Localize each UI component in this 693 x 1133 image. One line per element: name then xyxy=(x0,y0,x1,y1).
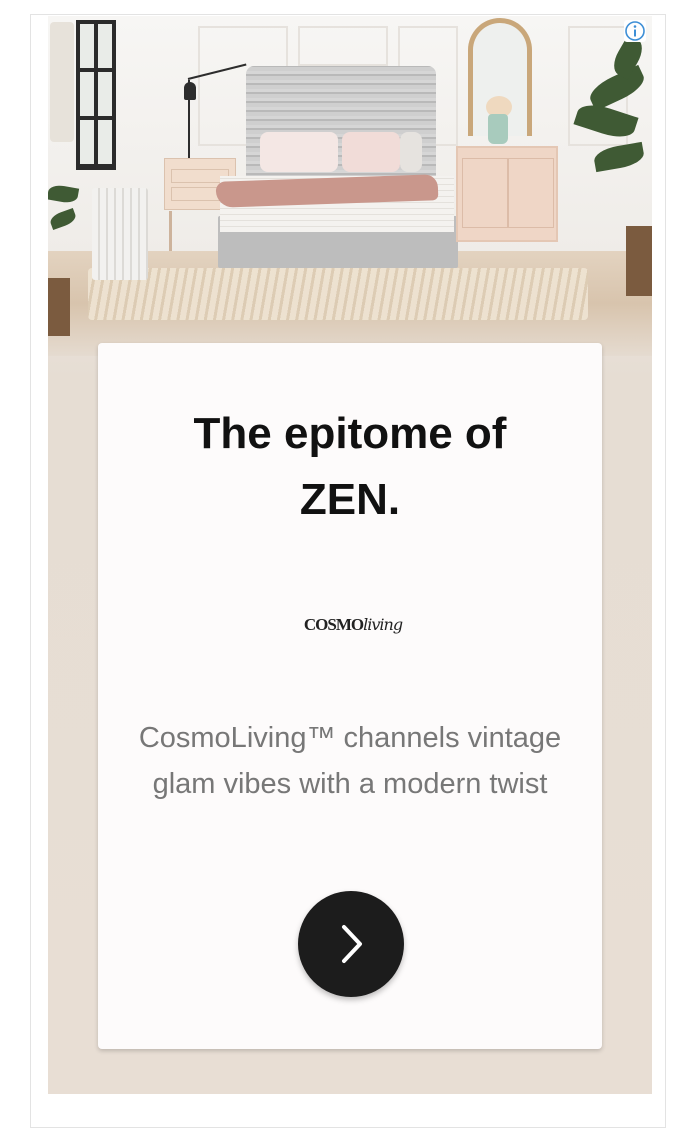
wall-panel xyxy=(298,26,388,66)
info-icon xyxy=(625,21,645,41)
headline: The epitome of ZEN. xyxy=(98,401,602,533)
headline-line-1: The epitome of xyxy=(193,409,507,458)
adchoices-button[interactable] xyxy=(624,20,646,42)
dresser xyxy=(456,146,558,242)
ad-description: CosmoLiving™ channels vintage glam vibes… xyxy=(138,722,562,800)
ad-card[interactable]: The epitome of ZEN. COSMOliving CosmoLiv… xyxy=(98,343,602,1049)
next-arrow-button[interactable] xyxy=(298,891,404,997)
wall-art xyxy=(50,22,74,142)
pillow xyxy=(342,132,400,172)
radiator xyxy=(92,188,148,280)
pillow xyxy=(260,132,338,172)
window xyxy=(76,20,116,170)
cosmoliving-logo: COSMOliving xyxy=(303,615,403,634)
vase xyxy=(488,114,508,144)
bedroom-photo[interactable] xyxy=(48,16,652,356)
chevron-right-icon xyxy=(342,925,362,963)
headline-line-2: ZEN. xyxy=(299,475,401,524)
rug xyxy=(88,268,588,320)
pillow xyxy=(400,132,422,172)
